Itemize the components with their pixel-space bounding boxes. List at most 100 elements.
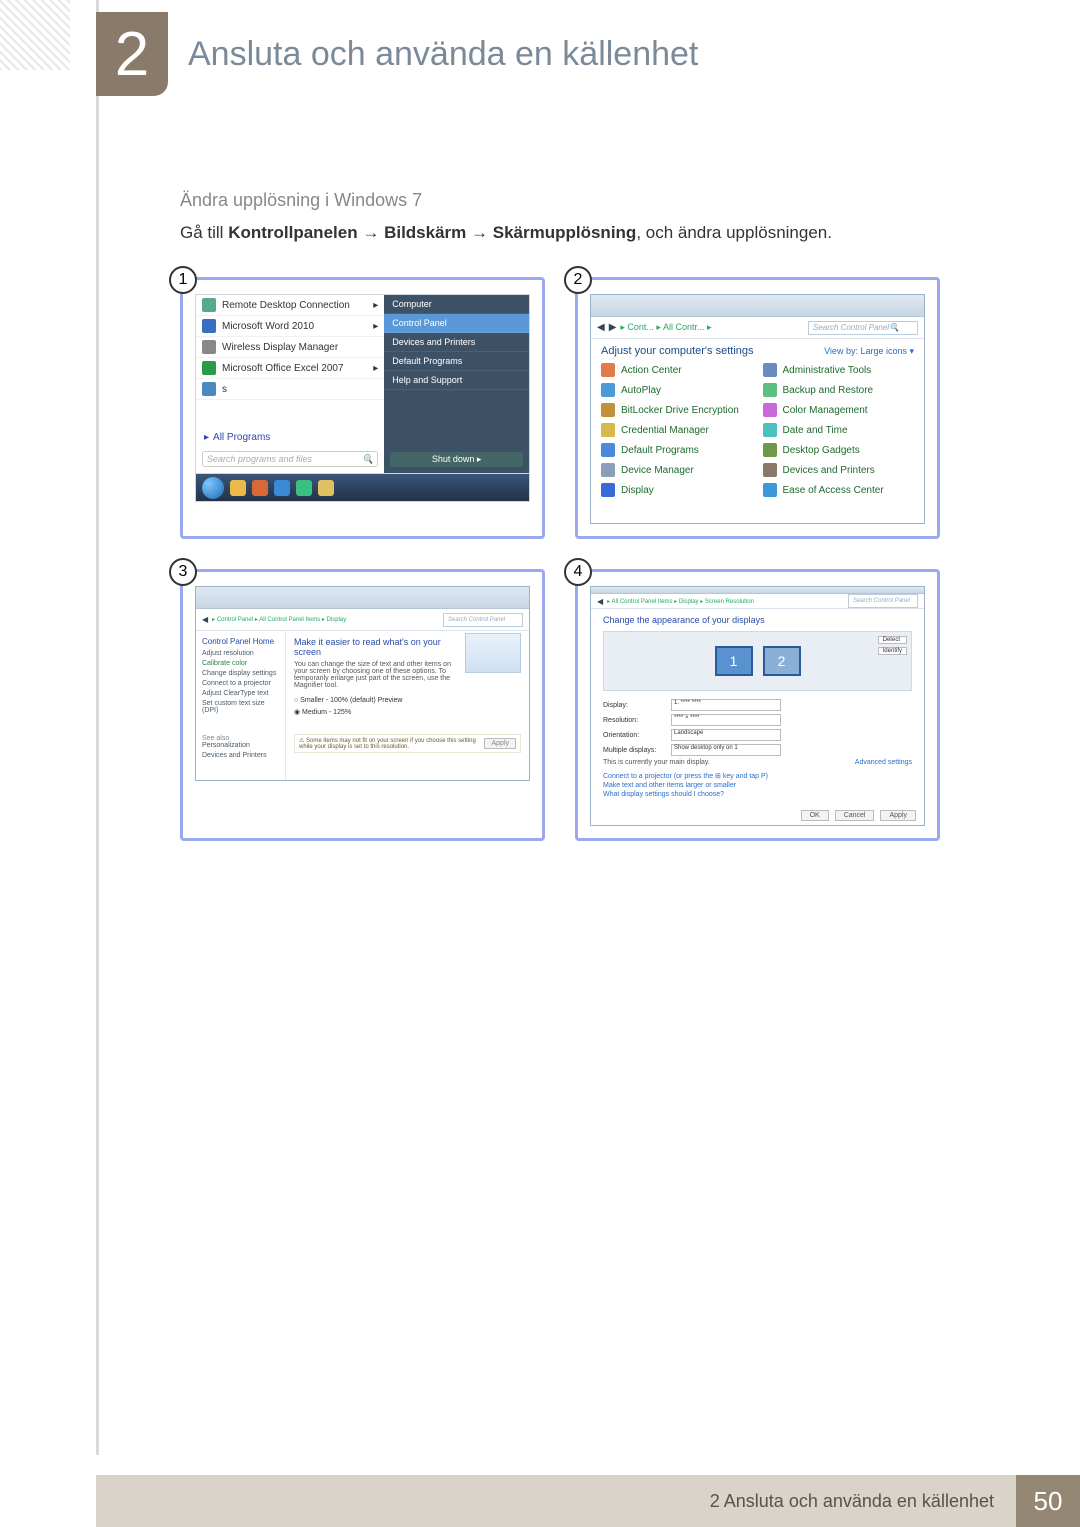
- size-radio-100[interactable]: ○ Smaller - 100% (default) Preview: [294, 697, 521, 704]
- sidebar-link[interactable]: Adjust resolution: [202, 650, 279, 657]
- start-right-item[interactable]: Computer: [384, 295, 529, 314]
- cp-item[interactable]: Date and Time: [763, 423, 915, 437]
- panel-number: 3: [169, 558, 197, 586]
- start-menu-item[interactable]: s: [196, 379, 384, 400]
- address-bar: ◀ ▸ All Control Panel Items ▸ Display ▸ …: [591, 594, 924, 609]
- cp-item[interactable]: Backup and Restore: [763, 383, 915, 397]
- placeholder: Search programs and files: [207, 454, 312, 464]
- text-size-link[interactable]: Make text and other items larger or smal…: [603, 782, 912, 789]
- monitor-1[interactable]: 1: [715, 646, 753, 676]
- cp-item[interactable]: Action Center: [601, 363, 753, 377]
- advanced-settings-link[interactable]: Advanced settings: [855, 759, 912, 766]
- start-menu-item[interactable]: Microsoft Word 2010▸: [196, 316, 384, 337]
- cp-item[interactable]: Color Management: [763, 403, 915, 417]
- search-input[interactable]: Search Control Panel🔍: [808, 321, 918, 335]
- shutdown-button[interactable]: Shut down ▸: [390, 452, 523, 467]
- sidebar-link[interactable]: Personalization: [202, 742, 279, 749]
- display-main: Make it easier to read what's on your sc…: [286, 631, 529, 780]
- monitor-layout[interactable]: 1 2 Detect Identify: [603, 631, 912, 691]
- see-also-head: See also: [202, 735, 279, 742]
- start-right-item[interactable]: Default Programs: [384, 352, 529, 371]
- multiple-select[interactable]: Show desktop only on 1: [671, 744, 781, 756]
- cp-item[interactable]: AutoPlay: [601, 383, 753, 397]
- back-icon[interactable]: ◀: [597, 322, 605, 333]
- corner-stripes: [0, 0, 70, 70]
- apply-button[interactable]: Apply: [880, 810, 916, 821]
- start-menu-item[interactable]: Remote Desktop Connection▸: [196, 295, 384, 316]
- back-icon[interactable]: ◀: [202, 615, 208, 624]
- monitor-2[interactable]: 2: [763, 646, 801, 676]
- chapter-title: Ansluta och använda en källenhet: [188, 35, 698, 74]
- detect-button[interactable]: Detect: [878, 636, 907, 644]
- taskbar-icon[interactable]: [274, 480, 290, 496]
- cp-item[interactable]: BitLocker Drive Encryption: [601, 403, 753, 417]
- cp-item[interactable]: Default Programs: [601, 443, 753, 457]
- orientation-select[interactable]: Landscape: [671, 729, 781, 741]
- label: s: [222, 384, 227, 395]
- start-right-item[interactable]: Devices and Printers: [384, 333, 529, 352]
- taskbar-icon[interactable]: [296, 480, 312, 496]
- programs-icon: [601, 443, 615, 457]
- clock-icon: [763, 423, 777, 437]
- size-radio-125[interactable]: ◉ Medium - 125%: [294, 708, 521, 716]
- apply-button[interactable]: Apply: [484, 738, 516, 749]
- back-icon[interactable]: ◀: [597, 597, 603, 606]
- footer-chapter-label: 2 Ansluta och använda en källenhet: [96, 1475, 1016, 1527]
- display-select[interactable]: 1. **** ****: [671, 699, 781, 711]
- breadcrumb[interactable]: ▸ All Control Panel Items ▸ Display ▸ Sc…: [607, 598, 754, 605]
- breadcrumb[interactable]: ▸ Control Panel ▸ All Control Panel Item…: [212, 616, 346, 623]
- start-search-input[interactable]: Search programs and files🔍: [202, 451, 378, 467]
- sidebar-link[interactable]: Change display settings: [202, 670, 279, 677]
- start-right-item[interactable]: Help and Support: [384, 371, 529, 390]
- sidebar-link[interactable]: Connect to a projector: [202, 680, 279, 687]
- sidebar-link[interactable]: Devices and Printers: [202, 752, 279, 759]
- start-menu-item[interactable]: Microsoft Office Excel 2007▸: [196, 358, 384, 379]
- start-menu-item[interactable]: Wireless Display Manager: [196, 337, 384, 358]
- label: Action Center: [621, 365, 682, 376]
- view-by-dropdown[interactable]: View by: Large icons ▾: [824, 346, 914, 357]
- sidebar-link[interactable]: Calibrate color: [202, 660, 279, 667]
- identify-button[interactable]: Identify: [878, 647, 907, 655]
- search-input[interactable]: Search Control Panel: [443, 613, 523, 627]
- start-right-item-control-panel[interactable]: Control Panel: [384, 314, 529, 333]
- screen-resolution-window: ◀ ▸ All Control Panel Items ▸ Display ▸ …: [590, 586, 925, 826]
- flag-icon: [601, 363, 615, 377]
- ok-button[interactable]: OK: [801, 810, 829, 821]
- sidebar-link[interactable]: Set custom text size (DPI): [202, 700, 279, 714]
- section-subheading: Ändra upplösning i Windows 7: [180, 190, 940, 211]
- sidebar-link[interactable]: Adjust ClearType text: [202, 690, 279, 697]
- sidebar-heading[interactable]: Control Panel Home: [202, 637, 279, 646]
- taskbar-icon[interactable]: [318, 480, 334, 496]
- breadcrumb[interactable]: ▸ Cont... ▸ All Contr... ▸: [620, 322, 711, 333]
- path-skarmupplosning: Skärmupplösning: [493, 223, 637, 242]
- label: BitLocker Drive Encryption: [621, 405, 739, 416]
- taskbar-icon[interactable]: [252, 480, 268, 496]
- label: Microsoft Word 2010: [222, 321, 314, 332]
- cp-item[interactable]: Ease of Access Center: [763, 483, 915, 497]
- start-orb-icon[interactable]: [202, 477, 224, 499]
- arrow-icon: →: [471, 223, 488, 242]
- path-kontrollpanelen: Kontrollpanelen: [228, 223, 357, 242]
- app-icon: [202, 340, 216, 354]
- cp-item[interactable]: Credential Manager: [601, 423, 753, 437]
- chapter-header: 2 Ansluta och använda en källenhet: [96, 12, 698, 96]
- cp-item[interactable]: Device Manager: [601, 463, 753, 477]
- label: Desktop Gadgets: [783, 445, 860, 456]
- resolution-select[interactable]: **** × ****: [671, 714, 781, 726]
- help-link[interactable]: What display settings should I choose?: [603, 791, 912, 798]
- taskbar-icon[interactable]: [230, 480, 246, 496]
- cp-item-display[interactable]: Display: [601, 483, 753, 497]
- projector-link[interactable]: Connect to a projector (or press the ⊞ k…: [603, 772, 912, 780]
- cp-item[interactable]: Desktop Gadgets: [763, 443, 915, 457]
- search-input[interactable]: Search Control Panel: [848, 594, 918, 608]
- panel-4-screen-resolution: 4 ◀ ▸ All Control Panel Items ▸ Display …: [575, 569, 940, 841]
- panel-3-display: 3 ◀ ▸ Control Panel ▸ All Control Panel …: [180, 569, 545, 841]
- all-programs-link[interactable]: ▸ All Programs: [196, 428, 384, 447]
- cp-item[interactable]: Devices and Printers: [763, 463, 915, 477]
- forward-icon[interactable]: ▶: [609, 322, 617, 333]
- cp-item[interactable]: Administrative Tools: [763, 363, 915, 377]
- autoplay-icon: [601, 383, 615, 397]
- cancel-button[interactable]: Cancel: [835, 810, 875, 821]
- window-titlebar: [591, 587, 924, 594]
- color-icon: [763, 403, 777, 417]
